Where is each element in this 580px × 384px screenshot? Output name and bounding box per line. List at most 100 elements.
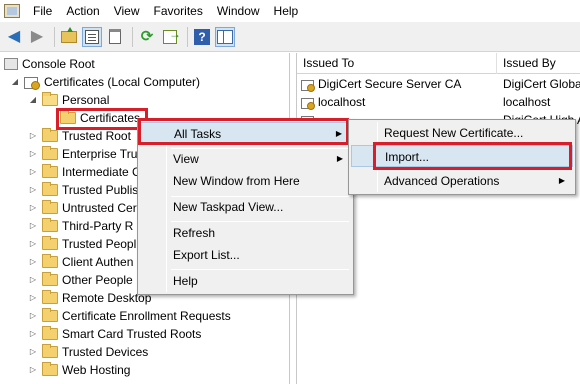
menu-bar: File Action View Favorites Window Help	[0, 0, 580, 22]
expand-arrow-icon[interactable]: ▷	[28, 361, 38, 379]
console-root-icon	[4, 58, 18, 70]
certificates-snapin-icon	[24, 75, 40, 90]
folder-icon	[42, 218, 58, 232]
help-button[interactable]: ?	[192, 27, 212, 47]
issued-by-cell: localhost	[503, 95, 551, 109]
folder-icon	[42, 362, 58, 376]
menu-view[interactable]: View	[107, 0, 147, 22]
menu-item-view[interactable]: View ▶	[140, 148, 351, 170]
menu-favorites[interactable]: Favorites	[147, 0, 210, 22]
submenu-arrow-icon: ▶	[336, 154, 343, 163]
tree-item-label: Enterprise Tru	[62, 147, 138, 161]
tree-item-label: Third-Party R	[62, 219, 134, 233]
folder-icon	[42, 128, 58, 142]
show-hide-console-tree-button[interactable]	[82, 26, 102, 47]
tree-item-label: Client Authen	[62, 255, 134, 269]
tree-item-label: Other People	[62, 273, 133, 287]
folder-icon	[42, 236, 58, 250]
expand-arrow-icon[interactable]: ▷	[28, 325, 38, 343]
list-header: Issued To Issued By	[297, 53, 580, 74]
menu-help[interactable]: Help	[267, 0, 306, 22]
help-icon: ?	[194, 28, 210, 45]
tree-item-third-party-root[interactable]: ▷ Third-Party R	[28, 217, 133, 235]
menu-item-request-new-certificate[interactable]: Request New Certificate...	[351, 122, 573, 144]
tree-item-certificates-local-computer[interactable]: ◢ Certificates (Local Computer)	[10, 73, 200, 91]
folder-icon	[42, 290, 58, 304]
tree-item-certificate-enrollment-requests[interactable]: ▷ Certificate Enrollment Requests	[28, 307, 231, 325]
folder-up-icon	[61, 26, 77, 43]
expand-arrow-icon[interactable]: ▷	[28, 145, 38, 163]
collapse-arrow-icon[interactable]: ◢	[10, 73, 20, 91]
tree-item-trusted-publishers[interactable]: ▷ Trusted Publis	[28, 181, 138, 199]
up-one-level-button[interactable]	[59, 26, 79, 47]
export-icon	[163, 28, 181, 44]
expand-arrow-icon[interactable]: ▷	[28, 289, 38, 307]
forward-button[interactable]: ▶	[27, 27, 47, 47]
mmc-app-icon[interactable]	[4, 4, 20, 18]
menu-item-new-window-from-here[interactable]: New Window from Here	[140, 170, 351, 192]
menu-item-refresh[interactable]: Refresh	[140, 222, 351, 244]
folder-icon	[42, 146, 58, 160]
collapse-arrow-icon[interactable]: ◢	[28, 91, 38, 109]
expand-arrow-icon[interactable]: ▷	[28, 199, 38, 217]
tree-item-label: Certificates (Local Computer)	[44, 75, 201, 89]
tree-item-trusted-people[interactable]: ▷ Trusted Peopl	[28, 235, 136, 253]
expand-arrow-icon[interactable]: ▷	[28, 181, 38, 199]
tree-item-web-hosting[interactable]: ▷ Web Hosting	[28, 361, 130, 379]
back-button[interactable]: ◀	[4, 27, 24, 47]
tree-item-label: Certificate Enrollment Requests	[62, 309, 231, 323]
column-header-issued-by[interactable]: Issued By	[497, 53, 580, 74]
tree-item-intermediate[interactable]: ▷ Intermediate C	[28, 163, 141, 181]
tree-item-label: Smart Card Trusted Roots	[62, 327, 202, 341]
highlight-box-import	[373, 142, 572, 170]
issued-to-cell: DigiCert Secure Server CA	[301, 75, 497, 93]
tree-item-untrusted[interactable]: ▷ Untrusted Cer	[28, 199, 137, 217]
toolbar-separator	[187, 26, 188, 47]
folder-icon	[42, 254, 58, 268]
expand-arrow-icon[interactable]: ▷	[28, 271, 38, 289]
tree-item-label: Intermediate C	[62, 165, 141, 179]
tree-item-label: Trusted Publis	[62, 183, 139, 197]
folder-icon	[42, 344, 58, 358]
tree-item-remote-desktop[interactable]: ▷ Remote Desktop	[28, 289, 151, 307]
tree-item-enterprise-trust[interactable]: ▷ Enterprise Tru	[28, 145, 137, 163]
issued-to-cell: localhost	[301, 93, 497, 111]
menu-item-new-taskpad-view[interactable]: New Taskpad View...	[140, 196, 351, 218]
folder-icon	[42, 272, 58, 286]
console-tree-icon	[85, 29, 99, 44]
properties-button[interactable]	[105, 27, 125, 47]
tree-item-client-authentication[interactable]: ▷ Client Authen	[28, 253, 133, 271]
tree-item-label: Console Root	[22, 57, 95, 71]
expand-arrow-icon[interactable]: ▷	[28, 127, 38, 145]
menu-window[interactable]: Window	[210, 0, 267, 22]
refresh-button[interactable]: ⟳	[137, 27, 157, 47]
menu-file[interactable]: File	[26, 0, 59, 22]
show-hide-action-pane-button[interactable]	[215, 26, 235, 47]
expand-arrow-icon[interactable]: ▷	[28, 253, 38, 271]
folder-icon	[42, 164, 58, 178]
menu-item-export-list[interactable]: Export List...	[140, 244, 351, 266]
folder-icon	[42, 182, 58, 196]
tree-item-trusted-devices[interactable]: ▷ Trusted Devices	[28, 343, 148, 361]
tree-item-console-root[interactable]: Console Root	[4, 55, 95, 73]
toolbar-separator	[132, 26, 133, 47]
column-header-issued-to[interactable]: Issued To	[297, 53, 497, 74]
expand-arrow-icon[interactable]: ▷	[28, 163, 38, 181]
tree-item-smart-card-trusted-roots[interactable]: ▷ Smart Card Trusted Roots	[28, 325, 201, 343]
export-list-button[interactable]	[160, 27, 181, 47]
action-pane-icon	[217, 29, 233, 44]
menu-item-advanced-operations[interactable]: Advanced Operations ▶	[351, 170, 573, 192]
expand-arrow-icon[interactable]: ▷	[28, 343, 38, 361]
expand-arrow-icon[interactable]: ▷	[28, 235, 38, 253]
folder-icon	[42, 200, 58, 214]
tree-item-label: Web Hosting	[62, 363, 131, 377]
tree-item-label: Trusted Devices	[62, 345, 149, 359]
expand-arrow-icon[interactable]: ▷	[28, 217, 38, 235]
tree-item-personal[interactable]: ◢ Personal	[28, 91, 109, 109]
clipboard-icon	[109, 29, 121, 44]
expand-arrow-icon[interactable]: ▷	[28, 307, 38, 325]
menu-action[interactable]: Action	[59, 0, 106, 22]
tree-item-other-people[interactable]: ▷ Other People	[28, 271, 133, 289]
toolbar-separator	[54, 26, 55, 47]
menu-item-help[interactable]: Help	[140, 270, 351, 292]
